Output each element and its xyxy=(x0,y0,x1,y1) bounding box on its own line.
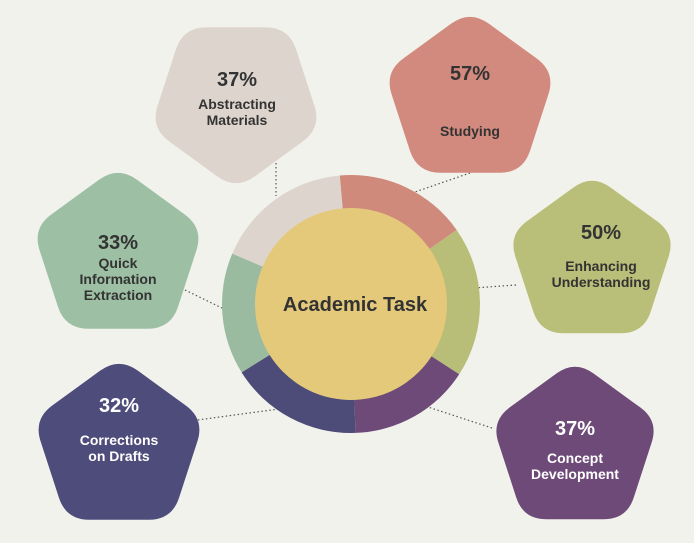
node-abstracting-materials: 37% AbstractingMaterials xyxy=(155,27,317,184)
percent-label: 50% xyxy=(581,222,621,244)
connector-studying xyxy=(411,172,471,194)
center-label: Academic Task xyxy=(283,294,428,316)
node-label-line: Information xyxy=(80,271,157,287)
node-label-line: Enhancing xyxy=(565,258,637,274)
percent-label: 33% xyxy=(98,232,138,254)
percent-label: 57% xyxy=(450,63,490,85)
connector-concept-development xyxy=(427,406,493,429)
node-label-line: Concept xyxy=(547,450,603,466)
connector-corrections-on-drafts xyxy=(189,408,280,422)
connector-enhancing-understanding xyxy=(473,284,517,289)
node-label-line: Abstracting xyxy=(198,96,276,112)
node-quick-information-extraction: 33%QuickInformationExtraction xyxy=(37,172,199,329)
percent-label: 32% xyxy=(99,395,139,417)
node-label-line: on Drafts xyxy=(88,448,150,464)
node-corrections-on-drafts: 32% Correctionson Drafts xyxy=(38,363,200,520)
node-label-line: Studying xyxy=(440,123,500,139)
node-label-line: Corrections xyxy=(80,432,159,448)
node-label-line: Extraction xyxy=(84,287,152,303)
node-enhancing-understanding: 50% EnhancingUnderstanding xyxy=(513,180,671,334)
node-label-line: Quick xyxy=(99,255,138,271)
node-studying: 57% Studying xyxy=(389,16,551,173)
percent-label: 37% xyxy=(555,418,595,440)
percent-label: 37% xyxy=(217,69,257,91)
connector-quick-information-extraction xyxy=(184,289,225,310)
node-label-line: Materials xyxy=(207,112,268,128)
node-label-line: Development xyxy=(531,466,619,482)
pentagon-shape xyxy=(389,16,551,173)
pentagon-shape xyxy=(496,366,654,520)
academic-task-diagram: Academic Task 57% Studying 50% EnhancingUnd… xyxy=(37,16,671,520)
pentagon-shape xyxy=(513,180,671,334)
node-label-line: Understanding xyxy=(552,274,651,290)
node-concept-development: 37% ConceptDevelopment xyxy=(496,366,654,520)
